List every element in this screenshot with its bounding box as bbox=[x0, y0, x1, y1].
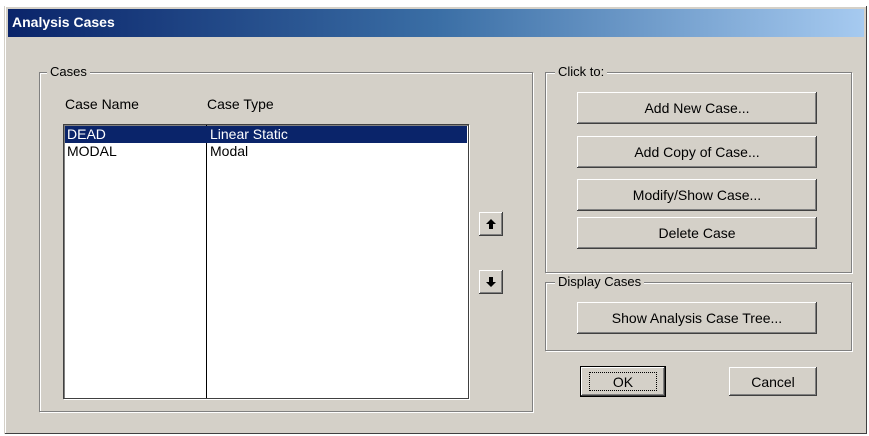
add-copy-of-case-button[interactable]: Add Copy of Case... bbox=[577, 136, 817, 168]
column-header-case-name: Case Name bbox=[65, 96, 139, 112]
cases-list[interactable]: DEAD Linear Static MODAL Modal bbox=[63, 124, 469, 399]
arrow-down-icon bbox=[486, 277, 496, 287]
display-cases-group-label: Display Cases bbox=[555, 274, 645, 289]
add-new-case-button[interactable]: Add New Case... bbox=[577, 92, 817, 124]
move-down-button[interactable] bbox=[479, 270, 503, 294]
list-item[interactable]: MODAL Modal bbox=[65, 143, 467, 160]
ok-focus-rect bbox=[589, 372, 657, 391]
cases-group-label: Cases bbox=[47, 64, 90, 79]
title-bar[interactable]: Analysis Cases bbox=[8, 9, 864, 37]
click-to-group-label: Click to: bbox=[555, 64, 608, 79]
move-up-button[interactable] bbox=[479, 212, 503, 236]
window-title: Analysis Cases bbox=[12, 14, 115, 30]
column-header-case-type: Case Type bbox=[207, 96, 274, 112]
show-analysis-case-tree-button[interactable]: Show Analysis Case Tree... bbox=[577, 302, 817, 334]
list-item[interactable]: DEAD Linear Static bbox=[65, 126, 467, 143]
case-type-cell: Linear Static bbox=[210, 126, 288, 142]
analysis-cases-dialog: Analysis Cases Cases Case Name Case Type… bbox=[4, 6, 867, 434]
column-divider bbox=[206, 125, 207, 398]
delete-case-button[interactable]: Delete Case bbox=[577, 217, 817, 249]
case-type-cell: Modal bbox=[210, 143, 249, 159]
case-name-cell: DEAD bbox=[67, 126, 106, 142]
modify-show-case-button[interactable]: Modify/Show Case... bbox=[577, 179, 817, 211]
arrow-up-icon bbox=[486, 219, 496, 229]
case-name-cell: MODAL bbox=[67, 143, 117, 159]
cancel-button[interactable]: Cancel bbox=[729, 367, 817, 396]
